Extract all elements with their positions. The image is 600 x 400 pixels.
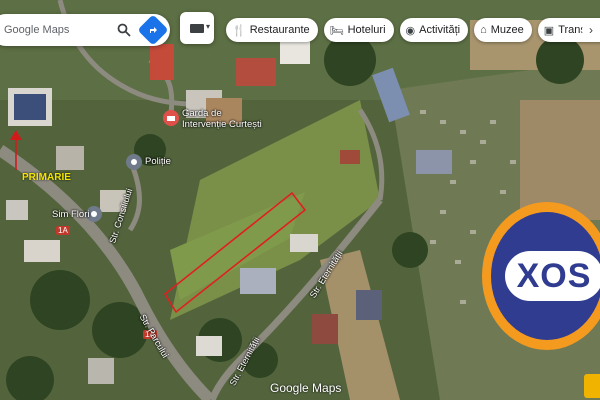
chip-label: Restaurante (249, 24, 310, 36)
chip-activities[interactable]: ◉ Activități (399, 18, 469, 42)
chevron-right-icon[interactable]: › (582, 20, 600, 40)
category-chips: 🍴 Restaurante 🛏 Hoteluri ◉ Activități ⌂ … (226, 18, 600, 42)
logo-inner: XOS (491, 212, 600, 340)
chip-museums[interactable]: ⌂ Muzee (474, 18, 532, 42)
chip-restaurants[interactable]: 🍴 Restaurante (226, 18, 318, 42)
place-label-sim-flori[interactable]: Sim Flori (52, 209, 89, 220)
fire-station-pin[interactable] (163, 110, 179, 126)
restaurant-icon: 🍴 (232, 24, 246, 37)
search-icon[interactable] (114, 20, 134, 40)
transit-icon: ▣ (543, 24, 555, 37)
camera-icon: ◉ (405, 24, 416, 37)
chip-label: Activități (419, 24, 461, 36)
hotel-icon: 🛏 (329, 24, 344, 37)
xos-logo: XOS (482, 202, 600, 350)
chevron-down-icon: ▾ (205, 22, 210, 31)
search-box[interactable]: Google Maps (0, 14, 170, 46)
chip-hotels[interactable]: 🛏 Hoteluri (323, 18, 394, 42)
google-maps-watermark: Google Maps (270, 381, 342, 395)
street-view-pegman-icon[interactable] (584, 374, 600, 398)
place-label-garda[interactable]: Garda de Intervenție Curtești (182, 108, 262, 130)
logo-text: XOS (505, 251, 600, 301)
chip-label: Hoteluri (347, 24, 386, 36)
chip-label: Muzee (490, 24, 524, 36)
primarie-label: PRIMARIE (22, 172, 71, 183)
police-pin[interactable] (126, 154, 142, 170)
satellite-map[interactable] (0, 0, 600, 400)
museum-icon: ⌂ (480, 24, 487, 36)
road-badge: 1A (56, 226, 70, 235)
keyboard-toggle-button[interactable]: ▾ (180, 12, 214, 44)
keyboard-icon (190, 23, 204, 33)
directions-icon[interactable] (137, 14, 169, 46)
place-label-politie[interactable]: Poliție (145, 156, 171, 167)
search-input[interactable]: Google Maps (4, 24, 114, 36)
